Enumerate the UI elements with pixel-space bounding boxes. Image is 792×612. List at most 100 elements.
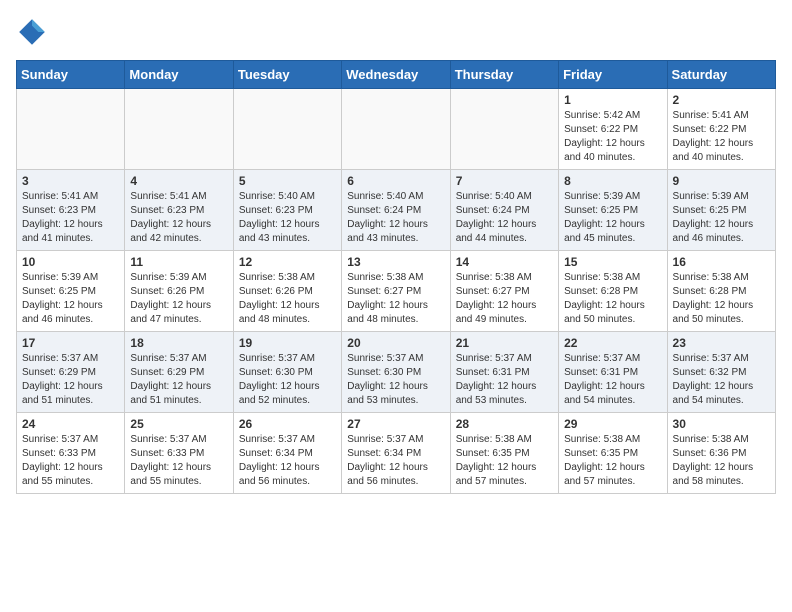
calendar-cell: 23 Sunrise: 5:37 AMSunset: 6:32 PMDayligh… [667, 332, 775, 413]
calendar-cell: 9 Sunrise: 5:39 AMSunset: 6:25 PMDaylight… [667, 170, 775, 251]
calendar-cell: 14 Sunrise: 5:38 AMSunset: 6:27 PMDayligh… [450, 251, 558, 332]
week-row-3: 10 Sunrise: 5:39 AMSunset: 6:25 PMDayligh… [17, 251, 776, 332]
day-info: Sunrise: 5:37 AMSunset: 6:29 PMDaylight:… [22, 352, 119, 408]
day-info: Sunrise: 5:41 AMSunset: 6:23 PMDaylight:… [22, 190, 119, 246]
week-row-2: 3 Sunrise: 5:41 AMSunset: 6:23 PMDaylight… [17, 170, 776, 251]
logo-icon [16, 16, 48, 48]
day-info: Sunrise: 5:37 AMSunset: 6:29 PMDaylight:… [130, 352, 227, 408]
weekday-header-thursday: Thursday [450, 61, 558, 89]
day-number: 25 [130, 417, 227, 431]
calendar-cell [450, 89, 558, 170]
day-number: 16 [673, 255, 770, 269]
calendar-cell: 26 Sunrise: 5:37 AMSunset: 6:34 PMDayligh… [233, 413, 341, 494]
weekday-header-tuesday: Tuesday [233, 61, 341, 89]
day-number: 21 [456, 336, 553, 350]
calendar-cell: 16Sunrise: 5:38 AMSunset: 6:28 PMDayligh… [667, 251, 775, 332]
weekday-header-sunday: Sunday [17, 61, 125, 89]
day-info: Sunrise: 5:37 AMSunset: 6:34 PMDaylight:… [347, 433, 444, 489]
day-number: 6 [347, 174, 444, 188]
week-row-5: 24 Sunrise: 5:37 AMSunset: 6:33 PMDayligh… [17, 413, 776, 494]
day-info: Sunrise: 5:37 AMSunset: 6:33 PMDaylight:… [130, 433, 227, 489]
calendar-cell: 3 Sunrise: 5:41 AMSunset: 6:23 PMDaylight… [17, 170, 125, 251]
day-number: 9 [673, 174, 770, 188]
day-number: 23 [673, 336, 770, 350]
weekday-header-saturday: Saturday [667, 61, 775, 89]
calendar-cell: 27 Sunrise: 5:37 AMSunset: 6:34 PMDayligh… [342, 413, 450, 494]
calendar-cell: 5 Sunrise: 5:40 AMSunset: 6:23 PMDaylight… [233, 170, 341, 251]
day-info: Sunrise: 5:39 AMSunset: 6:25 PMDaylight:… [564, 190, 661, 246]
day-info: Sunrise: 5:41 AMSunset: 6:23 PMDaylight:… [130, 190, 227, 246]
day-info: Sunrise: 5:39 AMSunset: 6:25 PMDaylight:… [22, 271, 119, 327]
weekday-header-wednesday: Wednesday [342, 61, 450, 89]
header [16, 16, 776, 48]
calendar-cell: 19Sunrise: 5:37 AMSunset: 6:30 PMDayligh… [233, 332, 341, 413]
calendar-cell: 6 Sunrise: 5:40 AMSunset: 6:24 PMDaylight… [342, 170, 450, 251]
day-info: Sunrise: 5:37 AMSunset: 6:32 PMDaylight:… [673, 352, 770, 408]
day-number: 11 [130, 255, 227, 269]
week-row-1: 1 Sunrise: 5:42 AMSunset: 6:22 PMDaylight… [17, 89, 776, 170]
day-number: 4 [130, 174, 227, 188]
day-number: 30 [673, 417, 770, 431]
calendar-cell: 22 Sunrise: 5:37 AMSunset: 6:31 PMDayligh… [559, 332, 667, 413]
day-number: 1 [564, 93, 661, 107]
logo [16, 16, 52, 48]
calendar-cell: 1 Sunrise: 5:42 AMSunset: 6:22 PMDaylight… [559, 89, 667, 170]
day-number: 22 [564, 336, 661, 350]
day-info: Sunrise: 5:38 AMSunset: 6:27 PMDaylight:… [347, 271, 444, 327]
calendar-cell: 10 Sunrise: 5:39 AMSunset: 6:25 PMDayligh… [17, 251, 125, 332]
day-info: Sunrise: 5:38 AMSunset: 6:27 PMDaylight:… [456, 271, 553, 327]
calendar-cell [17, 89, 125, 170]
day-number: 8 [564, 174, 661, 188]
calendar-cell: 8 Sunrise: 5:39 AMSunset: 6:25 PMDaylight… [559, 170, 667, 251]
weekday-header-friday: Friday [559, 61, 667, 89]
calendar-cell: 13 Sunrise: 5:38 AMSunset: 6:27 PMDayligh… [342, 251, 450, 332]
day-number: 14 [456, 255, 553, 269]
calendar-cell: 28 Sunrise: 5:38 AMSunset: 6:35 PMDayligh… [450, 413, 558, 494]
calendar-cell [233, 89, 341, 170]
day-number: 20 [347, 336, 444, 350]
day-info: Sunrise: 5:37 AMSunset: 6:30 PMDaylight:… [347, 352, 444, 408]
calendar-cell: 25 Sunrise: 5:37 AMSunset: 6:33 PMDayligh… [125, 413, 233, 494]
weekday-header-monday: Monday [125, 61, 233, 89]
day-number: 13 [347, 255, 444, 269]
calendar-cell: 11 Sunrise: 5:39 AMSunset: 6:26 PMDayligh… [125, 251, 233, 332]
calendar-cell: 12 Sunrise: 5:38 AMSunset: 6:26 PMDayligh… [233, 251, 341, 332]
day-info: Sunrise: 5:40 AMSunset: 6:24 PMDaylight:… [347, 190, 444, 246]
day-info: Sunrise: 5:40 AMSunset: 6:23 PMDaylight:… [239, 190, 336, 246]
calendar-cell: 17 Sunrise: 5:37 AMSunset: 6:29 PMDayligh… [17, 332, 125, 413]
day-info: Sunrise: 5:38 AMSunset: 6:26 PMDaylight:… [239, 271, 336, 327]
calendar-cell: 15Sunrise: 5:38 AMSunset: 6:28 PMDayligh… [559, 251, 667, 332]
day-number: 5 [239, 174, 336, 188]
day-number: 10 [22, 255, 119, 269]
calendar-header: SundayMondayTuesdayWednesdayThursdayFrid… [17, 61, 776, 89]
calendar-cell: 7Sunrise: 5:40 AMSunset: 6:24 PMDaylight… [450, 170, 558, 251]
day-number: 26 [239, 417, 336, 431]
calendar-body: 1 Sunrise: 5:42 AMSunset: 6:22 PMDaylight… [17, 89, 776, 494]
day-info: Sunrise: 5:38 AMSunset: 6:35 PMDaylight:… [456, 433, 553, 489]
week-row-4: 17 Sunrise: 5:37 AMSunset: 6:29 PMDayligh… [17, 332, 776, 413]
page: SundayMondayTuesdayWednesdayThursdayFrid… [0, 0, 792, 510]
day-info: Sunrise: 5:39 AMSunset: 6:26 PMDaylight:… [130, 271, 227, 327]
day-number: 28 [456, 417, 553, 431]
day-info: Sunrise: 5:37 AMSunset: 6:31 PMDaylight:… [564, 352, 661, 408]
day-number: 17 [22, 336, 119, 350]
day-info: Sunrise: 5:37 AMSunset: 6:31 PMDaylight:… [456, 352, 553, 408]
day-number: 29 [564, 417, 661, 431]
calendar-cell [342, 89, 450, 170]
day-info: Sunrise: 5:38 AMSunset: 6:35 PMDaylight:… [564, 433, 661, 489]
day-number: 24 [22, 417, 119, 431]
day-info: Sunrise: 5:37 AMSunset: 6:33 PMDaylight:… [22, 433, 119, 489]
day-number: 3 [22, 174, 119, 188]
day-info: Sunrise: 5:42 AMSunset: 6:22 PMDaylight:… [564, 109, 661, 165]
day-number: 12 [239, 255, 336, 269]
calendar-cell: 2Sunrise: 5:41 AMSunset: 6:22 PMDaylight… [667, 89, 775, 170]
day-number: 18 [130, 336, 227, 350]
calendar-cell: 4 Sunrise: 5:41 AMSunset: 6:23 PMDaylight… [125, 170, 233, 251]
calendar-cell: 18 Sunrise: 5:37 AMSunset: 6:29 PMDayligh… [125, 332, 233, 413]
day-info: Sunrise: 5:39 AMSunset: 6:25 PMDaylight:… [673, 190, 770, 246]
day-number: 19 [239, 336, 336, 350]
day-number: 2 [673, 93, 770, 107]
calendar-cell: 29 Sunrise: 5:38 AMSunset: 6:35 PMDayligh… [559, 413, 667, 494]
day-info: Sunrise: 5:37 AMSunset: 6:34 PMDaylight:… [239, 433, 336, 489]
day-number: 27 [347, 417, 444, 431]
